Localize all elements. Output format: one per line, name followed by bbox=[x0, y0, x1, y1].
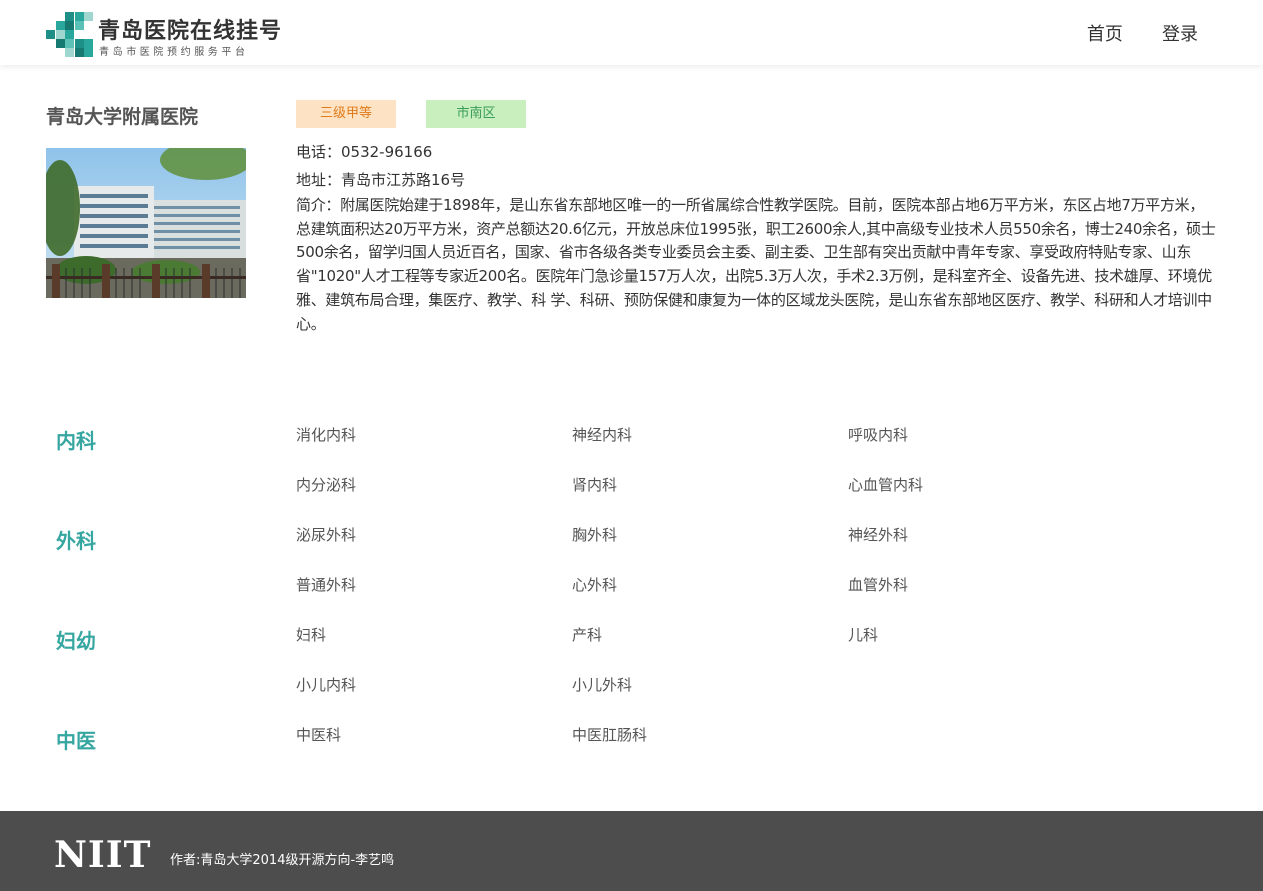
dept-item[interactable]: 中医科 bbox=[296, 724, 341, 745]
dept-item[interactable]: 中医肛肠科 bbox=[572, 724, 647, 745]
hospital-intro: 简介：附属医院始建于1898年，是山东省东部地区唯一的一所省属综合性教学医院。目… bbox=[296, 196, 1216, 333]
hospital-photo bbox=[46, 148, 246, 298]
dept-item[interactable]: 小儿内科 bbox=[296, 674, 356, 695]
nav-login-link[interactable]: 登录 bbox=[1162, 20, 1198, 46]
nav-home-link[interactable]: 首页 bbox=[1087, 20, 1123, 46]
dept-item[interactable]: 胸外科 bbox=[572, 524, 617, 545]
footer-credit: 作者:青岛大学2014级开源方向-李艺鸣 bbox=[170, 853, 395, 868]
dept-item[interactable]: 血管外科 bbox=[848, 574, 908, 595]
dept-item[interactable]: 普通外科 bbox=[296, 574, 356, 595]
dept-item[interactable]: 神经外科 bbox=[848, 524, 908, 545]
logo-title: 青岛医院在线挂号 bbox=[98, 19, 283, 44]
dept-item[interactable]: 儿科 bbox=[848, 624, 878, 645]
site-header: 青岛医院在线挂号 青岛市医院预约服务平台 首页 登录 bbox=[0, 0, 1263, 65]
site-footer: NIIT 作者:青岛大学2014级开源方向-李艺鸣 bbox=[0, 811, 1263, 891]
dept-item[interactable]: 妇科 bbox=[296, 624, 326, 645]
hospital-district-tag: 市南区 bbox=[426, 100, 526, 128]
logo-subtitle: 青岛市医院预约服务平台 bbox=[99, 47, 249, 58]
dept-item[interactable]: 肾内科 bbox=[572, 474, 617, 495]
dept-item[interactable]: 泌尿外科 bbox=[296, 524, 356, 545]
logo-mosaic-icon bbox=[46, 12, 94, 57]
dept-item[interactable]: 内分泌科 bbox=[296, 474, 356, 495]
dept-category-tcm: 中医 bbox=[56, 729, 96, 753]
dept-item[interactable]: 小儿外科 bbox=[572, 674, 632, 695]
dept-category-maternal-child: 妇幼 bbox=[56, 629, 96, 653]
dept-item[interactable]: 心外科 bbox=[572, 574, 617, 595]
hospital-address: 地址：青岛市江苏路16号 bbox=[296, 171, 466, 189]
hospital-phone: 电话：0532-96166 bbox=[296, 143, 433, 161]
hospital-name: 青岛大学附属医院 bbox=[46, 106, 199, 128]
hospital-level-tag: 三级甲等 bbox=[296, 100, 396, 128]
dept-category-internal: 内科 bbox=[56, 429, 96, 453]
main-nav: 首页 登录 bbox=[1053, 20, 1198, 46]
dept-item[interactable]: 心血管内科 bbox=[848, 474, 923, 495]
footer-logo: NIIT bbox=[54, 834, 152, 876]
dept-item[interactable]: 神经内科 bbox=[572, 424, 632, 445]
dept-category-surgery: 外科 bbox=[56, 529, 96, 553]
dept-item[interactable]: 呼吸内科 bbox=[848, 424, 908, 445]
dept-item[interactable]: 消化内科 bbox=[296, 424, 356, 445]
dept-item[interactable]: 产科 bbox=[572, 624, 602, 645]
